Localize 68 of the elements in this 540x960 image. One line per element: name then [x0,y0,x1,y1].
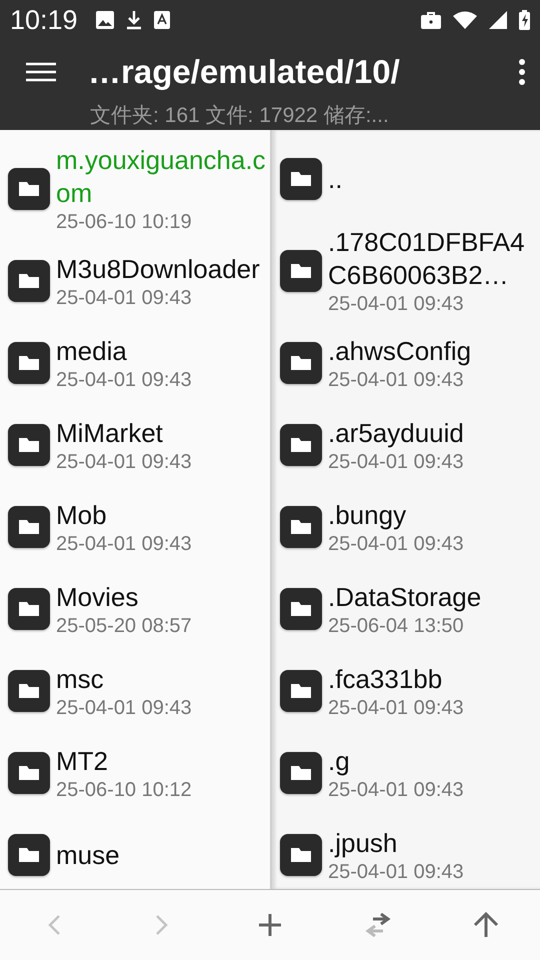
folder-name[interactable]: .fca331bb [328,662,536,696]
modified-date: 25-04-01 09:43 [328,696,465,720]
clock-time: 10:19 [10,4,78,36]
folder-icon [8,834,50,876]
folder-name[interactable]: .. [328,162,536,196]
modified-date: 25-06-10 10:12 [56,778,193,802]
font-icon [154,11,170,29]
folder-icon [8,752,50,794]
download-icon [126,10,142,30]
more-options-icon[interactable] [518,59,526,85]
modified-date: 25-04-01 09:43 [328,368,465,392]
folder-icon [8,506,50,548]
folder-icon [280,506,322,548]
folder-name[interactable]: .DataStorage [328,580,536,614]
briefcase-icon [421,11,441,29]
modified-date: 25-04-01 09:43 [56,286,193,310]
folder-name[interactable]: media [56,334,266,368]
modified-date: 25-04-01 09:43 [328,532,465,556]
swap-icon [363,913,393,937]
modified-date: 25-04-01 09:43 [56,368,193,392]
folder-icon [280,250,322,292]
folder-icon [8,168,50,210]
folder-icon [280,588,322,630]
folder-name[interactable]: .g [328,744,536,778]
folder-name[interactable]: .bungy [328,498,536,532]
folder-name[interactable]: Mob [56,498,266,532]
modified-date: 25-04-01 09:43 [56,696,193,720]
folder-name[interactable]: msc [56,662,266,696]
modified-date: 25-06-10 10:19 [56,210,193,234]
battery-icon [519,10,530,30]
plus-icon [258,913,282,937]
folder-icon [8,260,50,302]
folder-stats: 文件夹: 161 文件: 17922 储存:... [90,104,390,129]
menu-icon[interactable] [26,62,56,82]
folder-icon [8,670,50,712]
folder-icon [280,834,322,876]
folder-icon [280,670,322,712]
folder-icon [8,424,50,466]
folder-name[interactable]: M3u8Downloader [56,252,266,286]
path-title: …rage/emulated/10/ [88,53,401,91]
folder-icon [8,588,50,630]
up-arrow-icon [473,912,499,938]
back-icon [47,914,61,936]
folder-name[interactable]: .ahwsConfig [328,334,536,368]
folder-icon [280,158,322,200]
folder-icon [8,342,50,384]
modified-date: 25-06-04 13:50 [328,614,465,638]
folder-name[interactable]: MiMarket [56,416,266,450]
folder-name[interactable]: Movies [56,580,266,614]
image-icon [96,11,114,29]
modified-date: 25-04-01 09:43 [328,450,465,474]
modified-date: 25-04-01 09:43 [328,292,465,316]
signal-icon [489,11,507,29]
modified-date: 25-04-01 09:43 [56,532,193,556]
folder-icon [280,342,322,384]
folder-name[interactable]: .178C01DFBFA4C6B60063B2… [328,226,536,292]
folder-name[interactable]: .ar5ayduuid [328,416,536,450]
folder-name[interactable]: MT2 [56,744,266,778]
folder-icon [280,752,322,794]
modified-date: 25-05-20 08:57 [56,614,193,638]
forward-icon [155,914,169,936]
folder-name[interactable]: muse [56,838,266,872]
folder-name[interactable]: .jpush [328,826,536,860]
folder-icon [280,424,322,466]
modified-date: 25-04-01 09:43 [328,778,465,802]
wifi-icon [453,11,477,29]
modified-date: 25-04-01 09:43 [56,450,193,474]
modified-date: 25-04-01 09:43 [328,860,465,884]
